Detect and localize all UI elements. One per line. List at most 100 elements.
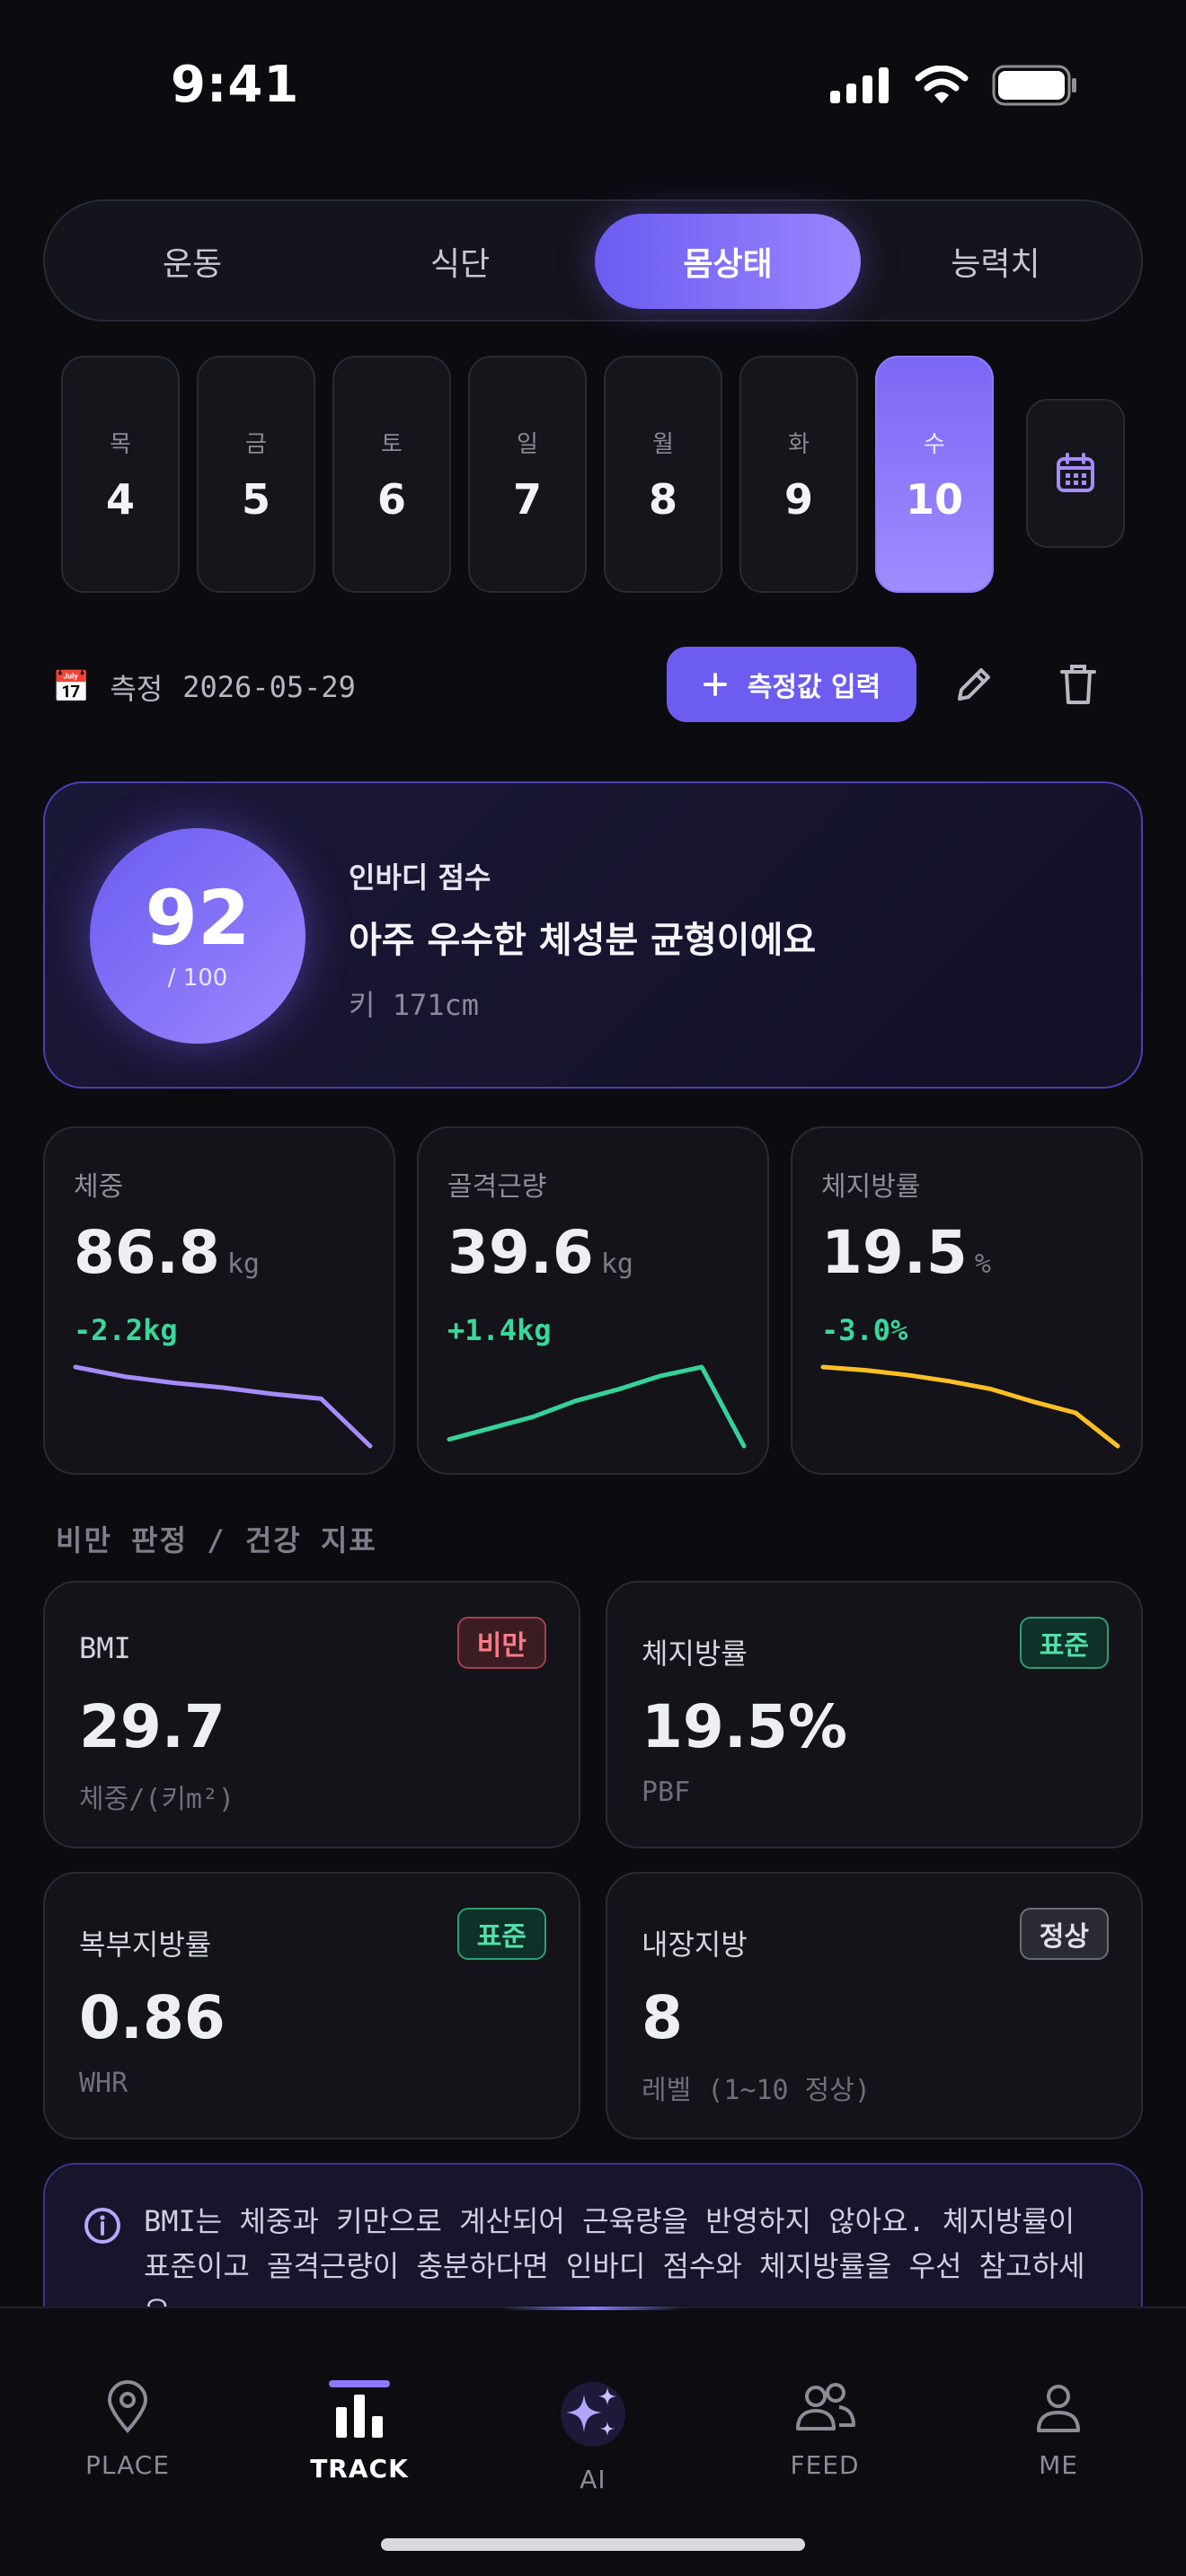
metric-delta: +1.4kg	[447, 1313, 552, 1347]
plus-icon	[703, 673, 727, 696]
users-icon	[796, 2383, 855, 2430]
trend-line	[447, 1364, 747, 1449]
tab-body-status[interactable]: 몸상태	[595, 214, 861, 309]
day-weekday: 화	[788, 430, 810, 458]
measure-date-value: 2026-05-29	[182, 670, 356, 704]
metric-value-row: 86.8 kg	[74, 1218, 260, 1287]
status-badge: 정상	[1019, 1908, 1109, 1960]
nav-item-track[interactable]: TRACK	[270, 2380, 449, 2483]
bottom-navigation: PLACE TRACK AI FEED ME	[0, 2307, 1186, 2576]
indicator-card-bmi[interactable]: BMI 비만 29.7 체중/(키m²)	[43, 1581, 580, 1848]
indicator-sub: 레벨 (1~10 정상)	[642, 2075, 871, 2106]
nav-label: AI	[580, 2465, 606, 2494]
metric-unit: kg	[600, 1248, 633, 1280]
status-badge: 표준	[1019, 1617, 1109, 1669]
pencil-icon	[958, 668, 990, 701]
nav-item-me[interactable]: ME	[969, 2380, 1148, 2480]
calendar-icon	[1057, 453, 1094, 492]
metric-unit: kg	[226, 1248, 260, 1280]
nav-glow	[503, 2307, 683, 2310]
edit-button[interactable]	[945, 656, 1003, 713]
indicator-value: 29.7	[79, 1692, 226, 1761]
nav-label: TRACK	[310, 2454, 409, 2483]
wifi-icon	[915, 66, 969, 103]
metric-value-row: 19.5 %	[821, 1218, 991, 1287]
add-measurement-label: 측정값 입력	[747, 672, 881, 703]
metric-value: 39.6	[447, 1218, 594, 1287]
day-item[interactable]: 화 9	[739, 356, 858, 593]
day-item-selected[interactable]: 수 10	[875, 356, 994, 593]
nav-label: FEED	[790, 2450, 860, 2480]
score-label: 인바디 점수	[349, 860, 491, 895]
day-weekday: 일	[517, 430, 538, 458]
nav-item-place[interactable]: PLACE	[38, 2380, 217, 2480]
day-date: 10	[905, 474, 963, 524]
indicator-value: 0.86	[79, 1983, 226, 2052]
day-item[interactable]: 월 8	[604, 356, 722, 593]
height-text: 키 171cm	[349, 988, 480, 1022]
score-max: / 100	[167, 965, 228, 992]
indicator-sub: 체중/(키m²)	[79, 1784, 235, 1815]
day-weekday: 수	[924, 430, 945, 458]
home-indicator[interactable]	[381, 2538, 805, 2551]
indicator-card-whr[interactable]: 복부지방률 표준 0.86 WHR	[43, 1872, 580, 2139]
nav-label: ME	[1039, 2450, 1078, 2480]
calendar-emoji-icon: 📅	[52, 669, 91, 705]
weight-trend-sparkline	[73, 1364, 373, 1449]
calendar-button[interactable]	[1026, 399, 1125, 548]
metric-name: 골격근량	[447, 1171, 547, 1203]
metric-card-muscle[interactable]: 골격근량 39.6 kg +1.4kg	[417, 1126, 769, 1475]
indicator-value: 19.5%	[642, 1692, 847, 1761]
metric-value: 19.5	[821, 1218, 968, 1287]
indicator-name: 체지방률	[642, 1636, 748, 1671]
cellular-signal-icon	[830, 67, 889, 103]
metric-delta: -2.2kg	[74, 1313, 178, 1347]
score-value: 92	[145, 874, 251, 962]
status-badge: 비만	[456, 1617, 546, 1669]
user-icon	[1037, 2385, 1080, 2432]
tab-diet[interactable]: 식단	[327, 214, 593, 309]
status-bar: 9:41	[0, 0, 1186, 171]
battery-icon	[992, 65, 1076, 106]
day-item[interactable]: 일 7	[468, 356, 587, 593]
delete-button[interactable]	[1049, 656, 1107, 713]
status-time: 9:41	[171, 56, 300, 114]
measure-row: 📅 측정 2026-05-29 측정값 입력	[52, 645, 1139, 726]
day-weekday: 목	[110, 430, 131, 458]
indicator-name: 복부지방률	[79, 1928, 212, 1962]
trend-line	[820, 1364, 1120, 1449]
day-item[interactable]: 금 5	[197, 356, 315, 593]
day-date: 4	[105, 474, 135, 524]
indicator-sub: PBF	[642, 1777, 691, 1808]
inbody-score-card: 92 / 100 인바디 점수 아주 우수한 체성분 균형이에요 키 171cm	[43, 781, 1143, 1089]
indicator-name: BMI	[79, 1631, 131, 1665]
metric-card-body-fat[interactable]: 체지방률 19.5 % -3.0%	[791, 1126, 1143, 1475]
day-selector: 목 4 금 5 토 6 일 7 월 8 화 9 수 10	[61, 356, 1013, 593]
day-weekday: 월	[652, 430, 674, 458]
day-item[interactable]: 토 6	[332, 356, 451, 593]
metric-name: 체지방률	[821, 1171, 921, 1203]
metric-value-row: 39.6 kg	[447, 1218, 633, 1287]
metric-card-weight[interactable]: 체중 86.8 kg -2.2kg	[43, 1126, 395, 1475]
indicator-card-pbf[interactable]: 체지방률 표준 19.5% PBF	[606, 1581, 1143, 1848]
nav-item-ai[interactable]: AI	[503, 2380, 683, 2494]
day-weekday: 금	[245, 430, 267, 458]
indicator-sub: WHR	[79, 2068, 128, 2099]
sparkle-icon	[561, 2382, 625, 2447]
indicator-card-visceral-fat[interactable]: 내장지방 정상 8 레벨 (1~10 정상)	[606, 1872, 1143, 2139]
add-measurement-button[interactable]: 측정값 입력	[667, 647, 916, 722]
measure-label: 측정	[110, 672, 164, 706]
status-badge: 표준	[456, 1908, 546, 1960]
nav-label: PLACE	[84, 2450, 171, 2480]
nav-item-feed[interactable]: FEED	[735, 2380, 915, 2480]
tab-exercise[interactable]: 운동	[59, 214, 325, 309]
day-item[interactable]: 목 4	[61, 356, 180, 593]
metric-value: 86.8	[74, 1218, 220, 1287]
day-date: 9	[783, 474, 813, 524]
tab-stats[interactable]: 능력치	[863, 214, 1128, 309]
metric-unit: %	[974, 1248, 991, 1280]
day-date: 6	[376, 474, 406, 524]
score-circle: 92 / 100	[90, 828, 305, 1044]
trash-icon	[1060, 665, 1096, 704]
status-icons	[830, 65, 1078, 106]
